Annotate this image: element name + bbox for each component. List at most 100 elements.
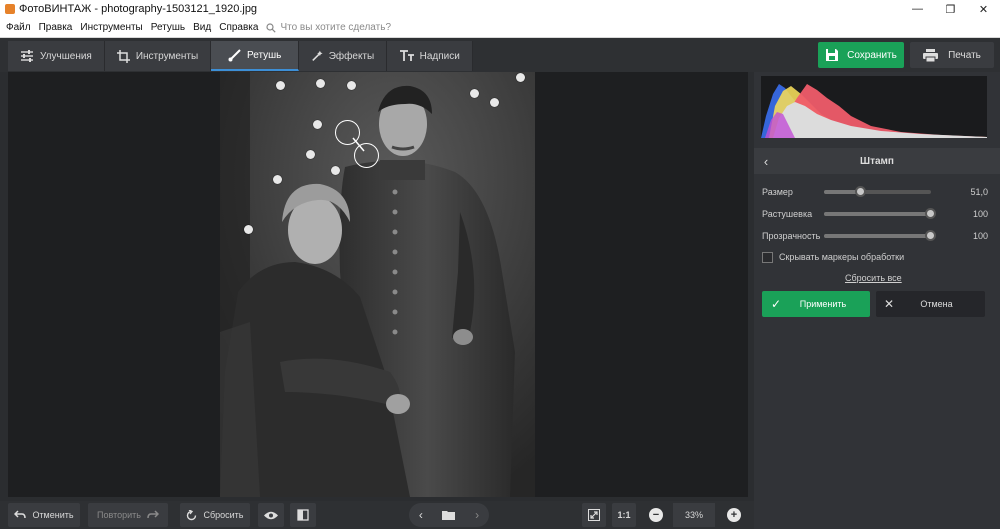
tab-enhancements[interactable]: Улучшения [8, 41, 105, 71]
menu-file[interactable]: Файл [0, 22, 35, 33]
actual-size-button[interactable]: 1:1 [612, 503, 636, 527]
retouch-marker[interactable] [470, 89, 479, 98]
retouch-marker[interactable] [244, 225, 253, 234]
retouch-marker[interactable] [273, 175, 282, 184]
text-icon [399, 50, 414, 61]
slider-opacity-value: 100 [972, 231, 988, 241]
retouch-marker[interactable] [316, 79, 325, 88]
menu-bar: Файл Правка Инструменты Ретушь Вид Справ… [0, 18, 1000, 38]
menu-retouch[interactable]: Ретушь [147, 22, 189, 33]
reset-button[interactable]: Сбросить [180, 503, 250, 527]
printer-icon [923, 48, 939, 62]
apply-label: Применить [799, 299, 847, 309]
tab-captions-label: Надписи [419, 50, 460, 62]
slider-size-track[interactable] [824, 186, 931, 197]
chevron-left-icon[interactable]: ‹ [754, 154, 778, 169]
apply-button[interactable]: ✓ Применить [762, 291, 870, 317]
window-title: ФотоВИНТАЖ - photography-1503121_1920.jp… [19, 3, 258, 15]
chevron-left-icon[interactable]: ‹ [419, 508, 423, 522]
retouch-marker[interactable] [276, 81, 285, 90]
save-button[interactable]: Сохранить [818, 42, 904, 68]
checkmark-icon: ✓ [770, 297, 782, 311]
slider-size-value: 51,0 [970, 187, 988, 197]
histogram [761, 76, 987, 138]
zoom-out-button[interactable]: − [649, 508, 663, 522]
search-icon [266, 22, 277, 33]
restore-button[interactable]: ❐ [934, 0, 967, 18]
stamp-link-arrow [352, 137, 365, 152]
panel-title: Штамп [860, 155, 894, 167]
crop-icon [116, 49, 130, 63]
retouch-marker[interactable] [490, 98, 499, 107]
slider-feather-fill [824, 212, 931, 216]
slider-opacity-label: Прозрачность [762, 231, 821, 241]
reset-label: Сбросить [203, 510, 244, 520]
redo-icon [147, 510, 159, 519]
reset-icon [187, 509, 197, 520]
print-label: Печать [948, 49, 981, 61]
retouch-marker[interactable] [347, 81, 356, 90]
magic-wand-icon [312, 50, 323, 61]
redo-label: Повторить [97, 510, 141, 520]
tab-tools[interactable]: Инструменты [104, 41, 212, 71]
close-icon: ✕ [883, 297, 895, 311]
menu-view[interactable]: Вид [189, 22, 215, 33]
slider-feather-track[interactable] [824, 208, 936, 219]
slider-feather-handle[interactable] [925, 208, 936, 219]
compare-icon [297, 509, 309, 521]
image-navigation: ‹ › [409, 503, 489, 527]
menu-tools[interactable]: Инструменты [76, 22, 146, 33]
retouch-marker[interactable] [313, 120, 322, 129]
fit-to-screen-button[interactable] [582, 503, 606, 527]
cancel-label: Отмена [920, 299, 953, 309]
tab-enhancements-label: Улучшения [40, 50, 92, 62]
undo-icon [14, 510, 27, 519]
tab-retouch[interactable]: Ретушь [211, 41, 300, 71]
slider-size-handle[interactable] [855, 186, 867, 197]
preview-button[interactable] [258, 503, 284, 527]
menu-edit[interactable]: Правка [35, 22, 77, 33]
tab-captions[interactable]: Надписи [387, 41, 474, 71]
undo-button[interactable]: Отменить [8, 503, 80, 527]
save-label: Сохранить [847, 49, 897, 61]
zoom-in-button[interactable]: + [727, 508, 741, 522]
slider-feather-label: Растушевка [762, 209, 813, 219]
slider-feather-value: 100 [972, 209, 988, 219]
hide-markers-label: Скрывать маркеры обработки [779, 252, 905, 262]
menu-help[interactable]: Справка [215, 22, 262, 33]
hide-markers-option[interactable]: Скрывать маркеры обработки [762, 250, 904, 264]
cancel-button[interactable]: ✕ Отмена [876, 291, 985, 317]
title-bar: ФотоВИНТАЖ - photography-1503121_1920.jp… [0, 0, 1000, 18]
zoom-level[interactable]: 33% [673, 503, 715, 527]
folder-icon[interactable] [442, 510, 456, 520]
compare-button[interactable] [290, 503, 316, 527]
stamp-panel-header: ‹ Штамп [754, 148, 1000, 174]
retouch-marker[interactable] [306, 150, 315, 159]
expand-icon [588, 509, 600, 521]
minimize-button[interactable]: — [901, 0, 934, 18]
slider-opacity: Прозрачность 100 [762, 228, 990, 244]
slider-size-label: Размер [762, 187, 793, 197]
sliders-icon [21, 50, 33, 62]
slider-opacity-fill [824, 234, 931, 238]
eye-icon [264, 511, 278, 519]
tab-effects[interactable]: Эффекты [299, 41, 388, 71]
tab-tools-label: Инструменты [135, 50, 199, 62]
slider-opacity-track[interactable] [824, 230, 936, 241]
chevron-right-icon[interactable]: › [475, 508, 479, 522]
brush-icon [228, 48, 241, 61]
slider-size: Размер 51,0 [762, 184, 990, 200]
slider-opacity-handle[interactable] [925, 230, 936, 241]
hide-markers-checkbox[interactable] [762, 251, 773, 263]
slider-feather: Растушевка 100 [762, 206, 990, 222]
menu-search[interactable]: Что вы хотите сделать? [266, 22, 391, 33]
reset-all-link[interactable]: Сбросить все [845, 273, 902, 283]
save-icon [826, 49, 839, 61]
print-button[interactable]: Печать [910, 42, 994, 68]
redo-button[interactable]: Повторить [88, 503, 168, 527]
close-button[interactable]: ✕ [967, 0, 1000, 18]
undo-label: Отменить [32, 510, 74, 520]
search-placeholder: Что вы хотите сделать? [280, 22, 391, 33]
retouch-marker[interactable] [516, 73, 525, 82]
tab-effects-label: Эффекты [328, 50, 375, 62]
